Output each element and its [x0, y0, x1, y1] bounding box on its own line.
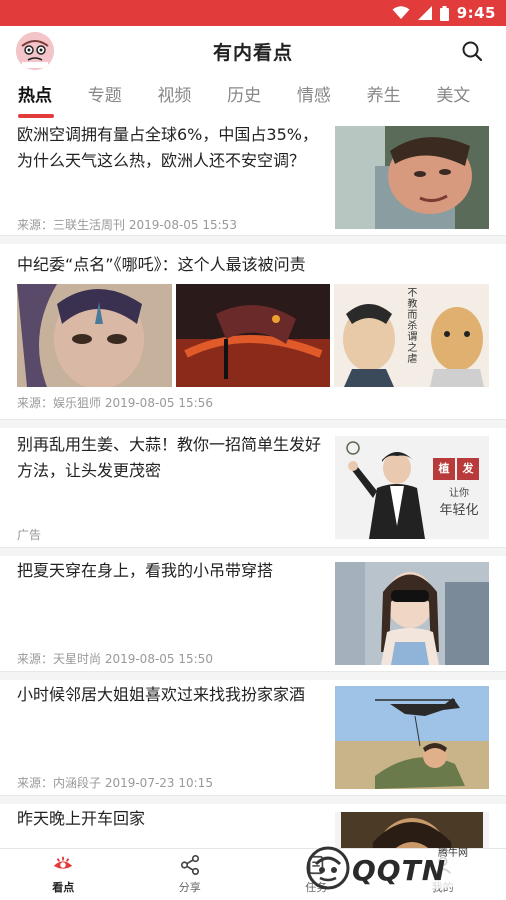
news-image: 不 教 而 杀 谓 之 虐: [334, 284, 490, 387]
news-item[interactable]: 把夏天穿在身上，看我的小吊带穿搭 来源：天星时尚 2019-08-05 15:5…: [0, 556, 506, 672]
news-thumbnail: [335, 562, 489, 665]
watermark-logo: QQTN 腾牛网: [302, 842, 492, 894]
ad-label: 广告: [17, 528, 42, 542]
ad-title: 别再乱用生姜、大蒜！教你一招简单生发好方法，让头发更茂密: [17, 435, 322, 480]
news-meta: 来源：天星时尚 2019-08-05 15:50: [17, 652, 213, 666]
tab-prose[interactable]: 美文: [436, 76, 506, 120]
tab-video[interactable]: 视频: [157, 76, 227, 120]
category-tabs: 热点 专题 视频 历史 情感 养生 美文: [0, 76, 506, 120]
news-image: [175, 284, 331, 387]
ad-tagline: 让你 年轻化: [439, 488, 479, 518]
tab-emotion[interactable]: 情感: [297, 76, 367, 120]
news-item[interactable]: 中纪委“点名”《哪吒》：这个人最该被问责 不 教 而 杀 谓 之 虐 来源：娱乐…: [0, 244, 506, 420]
app-header: 有内看点: [0, 26, 506, 76]
watermark-subtext: 腾牛网: [438, 848, 468, 859]
news-title: 中纪委“点名”《哪吒》：这个人最该被问责: [17, 255, 306, 274]
watermark-text: QQTN: [352, 854, 447, 887]
ad-thumbnail: 植 发 让你 年轻化: [335, 436, 489, 539]
search-icon[interactable]: [460, 39, 484, 63]
ad-badge: 植 发: [433, 458, 479, 480]
nav-share[interactable]: 分享: [127, 849, 254, 900]
status-bar: 9:45: [0, 0, 506, 26]
news-meta: 来源：三联生活周刊 2019-08-05 15:53: [17, 218, 237, 232]
tab-topics[interactable]: 专题: [88, 76, 158, 120]
news-image: [17, 284, 172, 387]
news-item[interactable]: 欧洲空调拥有量占全球6%，中国占35%，为什么天气这么热，欧洲人还不安空调？ 来…: [0, 120, 506, 236]
eye-icon: [54, 856, 73, 869]
battery-icon: [439, 5, 449, 21]
tab-health[interactable]: 养生: [367, 76, 437, 120]
wifi-icon: [392, 6, 410, 19]
nav-label: 看点: [52, 881, 75, 894]
app-title: 有内看点: [212, 41, 293, 64]
nav-label: 分享: [178, 881, 201, 894]
news-thumbnail: [335, 126, 489, 229]
news-meta: 来源：内涵段子 2019-07-23 10:15: [17, 776, 213, 790]
nav-kandian[interactable]: 看点: [0, 849, 127, 900]
ad-item[interactable]: 别再乱用生姜、大蒜！教你一招简单生发好方法，让头发更茂密 广告 植 发 让你 年…: [0, 428, 506, 548]
news-thumbnail: [335, 686, 489, 789]
news-title: 小时候邻居大姐姐喜欢过来找我扮家家酒: [17, 685, 306, 704]
share-icon: [180, 855, 199, 875]
news-title: 欧洲空调拥有量占全球6%，中国占35%，为什么天气这么热，欧洲人还不安空调？: [17, 125, 318, 170]
calligraphy-text: 不 教 而 杀 谓 之 虐: [407, 288, 418, 365]
signal-icon: [417, 6, 432, 20]
news-feed: 欧洲空调拥有量占全球6%，中国占35%，为什么天气这么热，欧洲人还不安空调？ 来…: [0, 120, 506, 848]
news-item[interactable]: 小时候邻居大姐姐喜欢过来找我扮家家酒 来源：内涵段子 2019-07-23 10…: [0, 680, 506, 796]
status-time: 9:45: [456, 4, 496, 22]
news-meta: 来源：娱乐狙师 2019-08-05 15:56: [17, 396, 213, 410]
avatar[interactable]: [16, 32, 54, 70]
tab-history[interactable]: 历史: [227, 76, 297, 120]
news-title: 把夏天穿在身上，看我的小吊带穿搭: [17, 561, 274, 580]
news-title: 昨天晚上开车回家: [17, 809, 146, 828]
news-image-row: 不 教 而 杀 谓 之 虐: [17, 284, 490, 387]
tab-hot[interactable]: 热点: [18, 76, 88, 120]
